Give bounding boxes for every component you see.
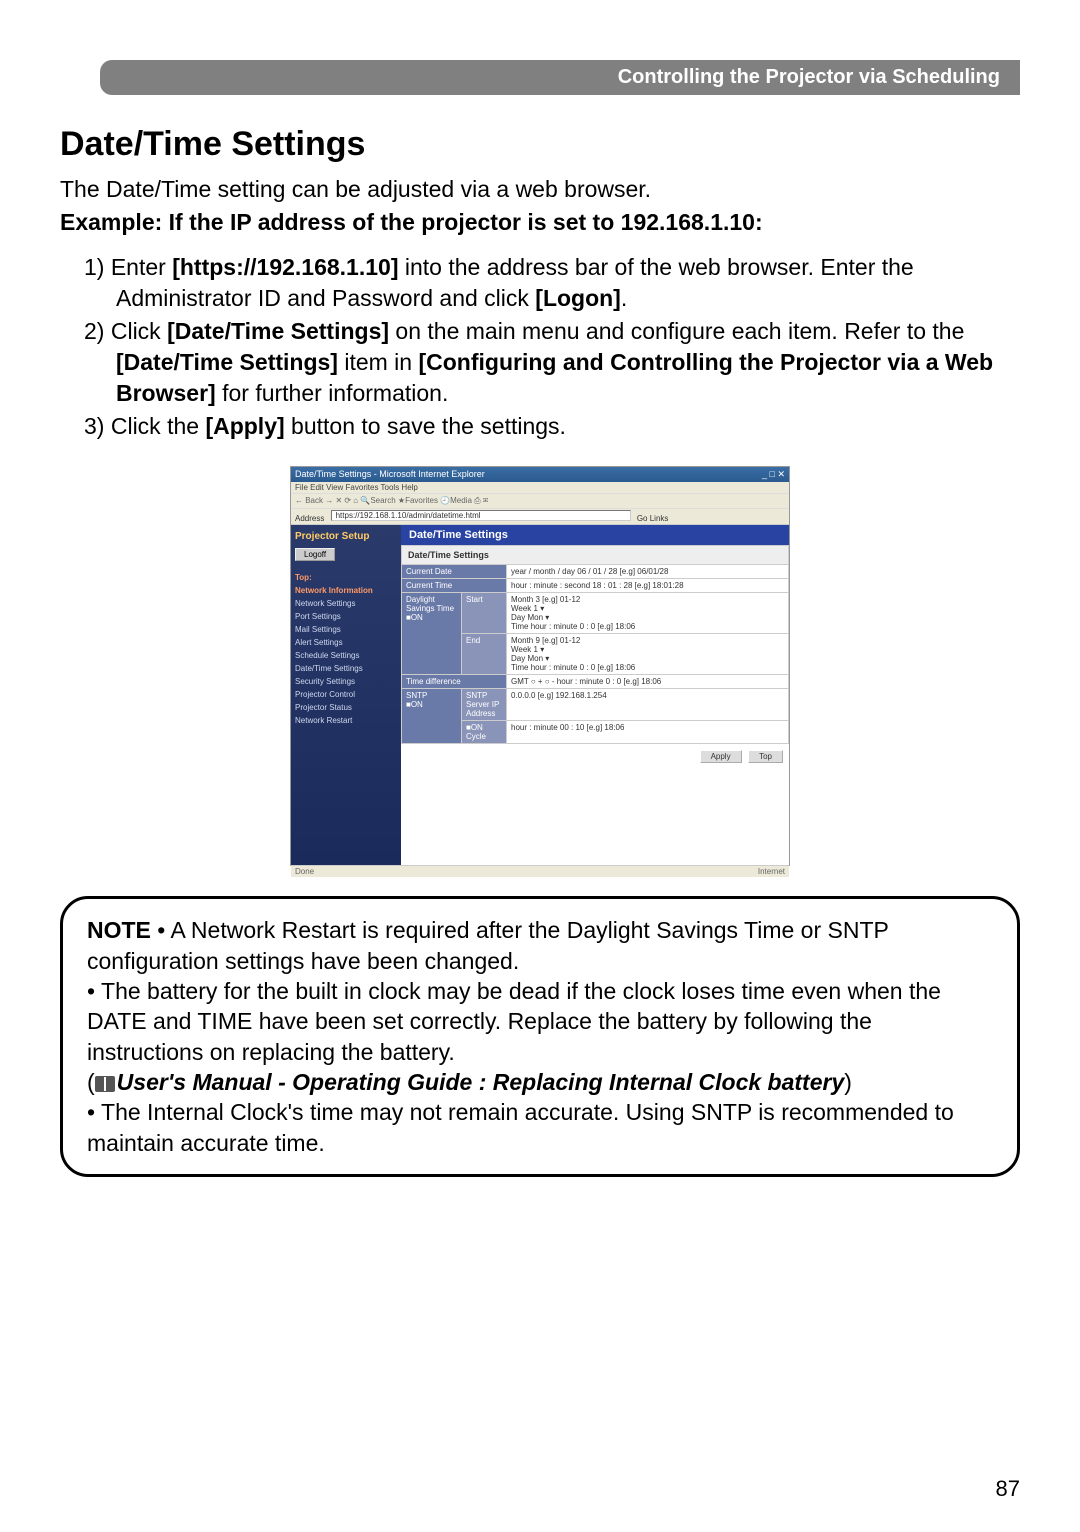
main-panel: Date/Time Settings Date/Time Settings Cu…: [401, 525, 789, 865]
status-bar: Done Internet: [291, 865, 789, 877]
step-1: 1) Enter [https://192.168.1.10] into the…: [60, 252, 1020, 314]
setup-title: Projector Setup: [295, 531, 397, 542]
current-date-label: Current Date: [402, 565, 507, 579]
address-field[interactable]: https://192.168.1.10/admin/datetime.html: [331, 510, 631, 521]
sidebar-item[interactable]: Mail Settings: [295, 623, 397, 636]
dst-on-toggle[interactable]: ■ON: [406, 613, 423, 622]
top-button[interactable]: Top: [748, 750, 783, 763]
sidebar-item[interactable]: Schedule Settings: [295, 649, 397, 662]
dst-end-label: End: [462, 634, 507, 675]
sntp-server-value[interactable]: 0.0.0.0 [e.g] 192.168.1.254: [507, 689, 789, 721]
sidebar-item[interactable]: Projector Control: [295, 688, 397, 701]
manual-reference: User's Manual - Operating Guide : Replac…: [117, 1069, 845, 1095]
sntp-label: SNTP ■ON: [402, 689, 462, 744]
logoff-button[interactable]: Logoff: [295, 548, 335, 561]
apply-button[interactable]: Apply: [700, 750, 742, 763]
timediff-label: Time difference: [402, 675, 507, 689]
panel-title: Date/Time Settings: [401, 525, 789, 545]
steps-list: 1) Enter [https://192.168.1.10] into the…: [60, 252, 1020, 442]
page-number: 87: [996, 1476, 1020, 1502]
sidebar-item[interactable]: Network Restart: [295, 714, 397, 727]
note-label: NOTE: [87, 917, 151, 943]
table-header: Date/Time Settings: [402, 546, 789, 565]
book-icon: [95, 1076, 115, 1092]
sidebar-item[interactable]: Security Settings: [295, 675, 397, 688]
section-header: Controlling the Projector via Scheduling: [100, 60, 1020, 95]
tool-bar: ← Back → ✕ ⟳ ⌂ 🔍Search ★Favorites 🕘Media…: [291, 493, 789, 508]
window-title: Date/Time Settings - Microsoft Internet …: [295, 469, 485, 480]
settings-table: Date/Time Settings Current Date year / m…: [401, 545, 789, 744]
current-time-label: Current Time: [402, 579, 507, 593]
sntp-on-toggle[interactable]: ■ON: [406, 700, 423, 709]
cycle-label: ■ON Cycle: [462, 721, 507, 744]
sidebar-item[interactable]: Network Settings: [295, 597, 397, 610]
dst-start-label: Start: [462, 593, 507, 634]
current-date-value[interactable]: year / month / day 06 / 01 / 28 [e.g] 06…: [507, 565, 789, 579]
cycle-on-toggle[interactable]: ■ON: [466, 723, 483, 732]
cycle-value[interactable]: hour : minute 00 : 10 [e.g] 18:06: [507, 721, 789, 744]
dst-start-value[interactable]: Month 3 [e.g] 01-12 Week 1 ▾ Day Mon ▾ T…: [507, 593, 789, 634]
step-2: 2) Click [Date/Time Settings] on the mai…: [60, 316, 1020, 409]
sidebar: Projector Setup Logoff Top: Network Info…: [291, 525, 401, 865]
sidebar-item[interactable]: Projector Status: [295, 701, 397, 714]
step-3: 3) Click the [Apply] button to save the …: [60, 411, 1020, 442]
window-titlebar: Date/Time Settings - Microsoft Internet …: [291, 467, 789, 482]
note-box: NOTE • A Network Restart is required aft…: [60, 896, 1020, 1177]
nav-network-info[interactable]: Network Information: [295, 586, 397, 595]
dst-end-value[interactable]: Month 9 [e.g] 01-12 Week 1 ▾ Day Mon ▾ T…: [507, 634, 789, 675]
dst-label: Daylight Savings Time ■ON: [402, 593, 462, 675]
intro-text: The Date/Time setting can be adjusted vi…: [60, 174, 1020, 205]
sidebar-item[interactable]: Port Settings: [295, 610, 397, 623]
window-controls-icon: _ □ ✕: [762, 469, 785, 480]
sntp-server-label: SNTP Server IP Address: [462, 689, 507, 721]
sidebar-item[interactable]: Date/Time Settings: [295, 662, 397, 675]
current-time-value[interactable]: hour : minute : second 18 : 01 : 28 [e.g…: [507, 579, 789, 593]
address-bar: Address https://192.168.1.10/admin/datet…: [291, 508, 789, 525]
sidebar-item[interactable]: Alert Settings: [295, 636, 397, 649]
example-line: Example: If the IP address of the projec…: [60, 209, 1020, 236]
browser-screenshot: Date/Time Settings - Microsoft Internet …: [290, 466, 790, 866]
page-title: Date/Time Settings: [60, 125, 1020, 164]
nav-top: Top:: [295, 573, 397, 582]
timediff-value[interactable]: GMT ○ + ○ - hour : minute 0 : 0 [e.g] 18…: [507, 675, 789, 689]
menu-bar: File Edit View Favorites Tools Help: [291, 482, 789, 493]
